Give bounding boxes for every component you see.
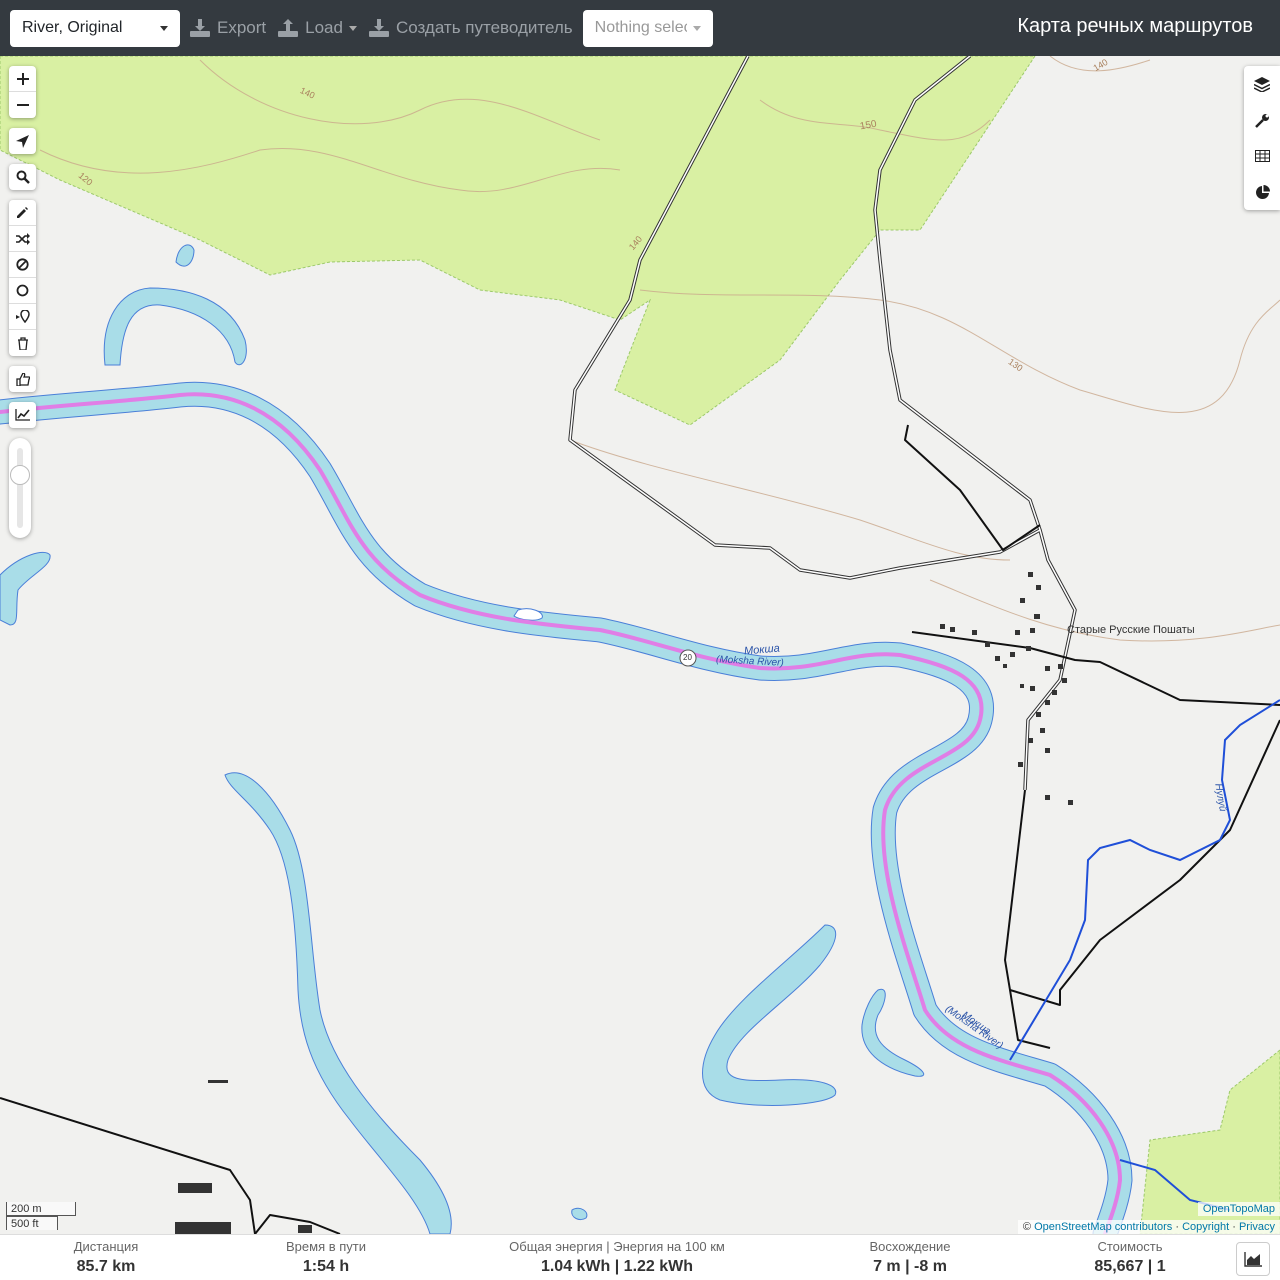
- attribution: © OpenStreetMap contributors · Copyright…: [1017, 1220, 1280, 1234]
- table-button[interactable]: [1244, 138, 1280, 174]
- load-button[interactable]: Load: [276, 18, 359, 38]
- load-label: Load: [305, 18, 343, 37]
- app-title: Карта речных маршрутов: [1017, 15, 1253, 37]
- osm-attribution-link[interactable]: OpenStreetMap contributors: [1034, 1221, 1172, 1233]
- circle-button[interactable]: [9, 278, 36, 304]
- elevation-control: [9, 402, 36, 428]
- stat-energy: Общая энергия | Энергия на 100 км 1.04 k…: [509, 1239, 725, 1276]
- route-line: [0, 392, 1123, 1234]
- stat-cost-label: Стоимость: [1097, 1239, 1163, 1254]
- slider-knob[interactable]: [10, 465, 30, 485]
- nogo-area-button[interactable]: [9, 252, 36, 278]
- create-guide-button[interactable]: Создать путеводитель: [367, 18, 575, 38]
- area-chart-icon: [1244, 1251, 1262, 1267]
- right-toolbar: [1244, 66, 1280, 210]
- stat-energy-value: 1.04 kWh | 1.22 kWh: [540, 1258, 694, 1275]
- opacity-slider[interactable]: [9, 438, 31, 538]
- stat-cost: Стоимость 85,667 | 1: [1094, 1239, 1165, 1276]
- statistics-button[interactable]: [1244, 174, 1280, 210]
- ban-icon: [16, 258, 29, 271]
- elevation-chart-button[interactable]: [1236, 1242, 1270, 1276]
- draw-route-button[interactable]: [9, 200, 36, 226]
- table-icon: [1254, 150, 1270, 162]
- minus-icon: [16, 104, 29, 106]
- scale-metric: 200 m: [6, 1202, 76, 1216]
- stat-distance-value: 85.7 km: [76, 1258, 136, 1275]
- stat-distance-label: Дистанция: [73, 1239, 139, 1254]
- layers-button[interactable]: [1244, 66, 1280, 102]
- profile-select[interactable]: River, Original: [10, 9, 180, 47]
- export-label: Export: [217, 18, 267, 37]
- stat-energy-label: Общая энергия | Энергия на 100 км: [509, 1239, 725, 1254]
- trash-icon: [17, 336, 28, 350]
- stat-time-value: 1:54 h: [302, 1258, 350, 1275]
- locate-button[interactable]: [9, 128, 36, 154]
- profile-select-value: River, Original: [22, 19, 123, 36]
- search-control: [9, 164, 36, 190]
- slider-track: [17, 448, 23, 528]
- stat-ascent: Восхождение 7 m | -8 m: [869, 1239, 950, 1276]
- poi-button[interactable]: [9, 304, 36, 330]
- selection-dropdown-value: Nothing selected: [594, 19, 687, 36]
- copyright-link[interactable]: Copyright: [1182, 1221, 1229, 1233]
- circle-icon: [16, 284, 29, 297]
- layers-icon: [1254, 76, 1270, 92]
- zoom-in-button[interactable]: [9, 66, 36, 92]
- stat-cost-value: 85,667 | 1: [1094, 1258, 1166, 1275]
- zoom-out-button[interactable]: [9, 92, 36, 118]
- stat-time: Время в пути 1:54 h: [286, 1239, 366, 1276]
- pencil-icon: [17, 207, 28, 218]
- chevron-down-icon: [160, 25, 168, 31]
- delete-route-button[interactable]: [9, 330, 36, 356]
- line-chart-icon: [15, 409, 30, 421]
- stat-ascent-value: 7 m | -8 m: [873, 1258, 947, 1275]
- zoom-control: [9, 66, 36, 118]
- elevation-profile-button[interactable]: [9, 402, 36, 428]
- copyright-symbol: ©: [1022, 1221, 1032, 1233]
- download-icon: [368, 19, 389, 37]
- separator: ·: [1175, 1221, 1179, 1233]
- route-stats-bar: Дистанция 85.7 km Время в пути 1:54 h Об…: [0, 1234, 1280, 1280]
- download-icon: [190, 19, 210, 37]
- privacy-link[interactable]: Privacy: [1239, 1221, 1275, 1233]
- plus-icon: [16, 72, 29, 85]
- stat-time-label: Время в пути: [286, 1239, 366, 1254]
- pie-chart-icon: [1255, 184, 1270, 199]
- river-water: [0, 381, 1133, 1234]
- create-guide-label: Создать путеводитель: [395, 18, 573, 37]
- thumbs-up-button[interactable]: [9, 366, 36, 392]
- shuffle-icon: [15, 232, 30, 245]
- separator: ·: [1232, 1221, 1236, 1233]
- stat-distance: Дистанция 85.7 km: [74, 1239, 139, 1276]
- reverse-route-button[interactable]: [9, 226, 36, 252]
- search-icon: [16, 170, 30, 184]
- stat-ascent-label: Восхождение: [869, 1239, 951, 1254]
- feedback-control: [9, 366, 36, 392]
- village-label: Старые Русские Пошаты: [1067, 624, 1195, 636]
- search-button[interactable]: [9, 164, 36, 190]
- layer-attribution[interactable]: OpenTopoMap: [1197, 1202, 1280, 1216]
- map-tiles: [0, 56, 1280, 1234]
- scale-bar: 200 m 500 ft: [6, 1202, 76, 1230]
- wrench-icon: [1254, 113, 1269, 128]
- draw-control: [9, 200, 36, 356]
- upload-icon: [278, 19, 299, 37]
- selection-dropdown[interactable]: Nothing selected: [582, 9, 713, 47]
- scale-imperial: 500 ft: [6, 1216, 58, 1230]
- export-button[interactable]: Export: [188, 18, 268, 38]
- settings-button[interactable]: [1244, 102, 1280, 138]
- top-navbar: River, Original Export Load Создать путе…: [0, 0, 1280, 56]
- chevron-down-icon: [348, 25, 357, 31]
- map-marker-icon: [15, 310, 30, 323]
- location-arrow-icon: [16, 134, 29, 148]
- thumbs-up-icon: [15, 372, 30, 386]
- chevron-down-icon: [692, 25, 701, 31]
- river-km-marker: 20: [683, 653, 692, 662]
- locate-control: [9, 128, 36, 154]
- map-canvas[interactable]: 140 150 120 140 130 140 Старые Русские П…: [0, 56, 1280, 1234]
